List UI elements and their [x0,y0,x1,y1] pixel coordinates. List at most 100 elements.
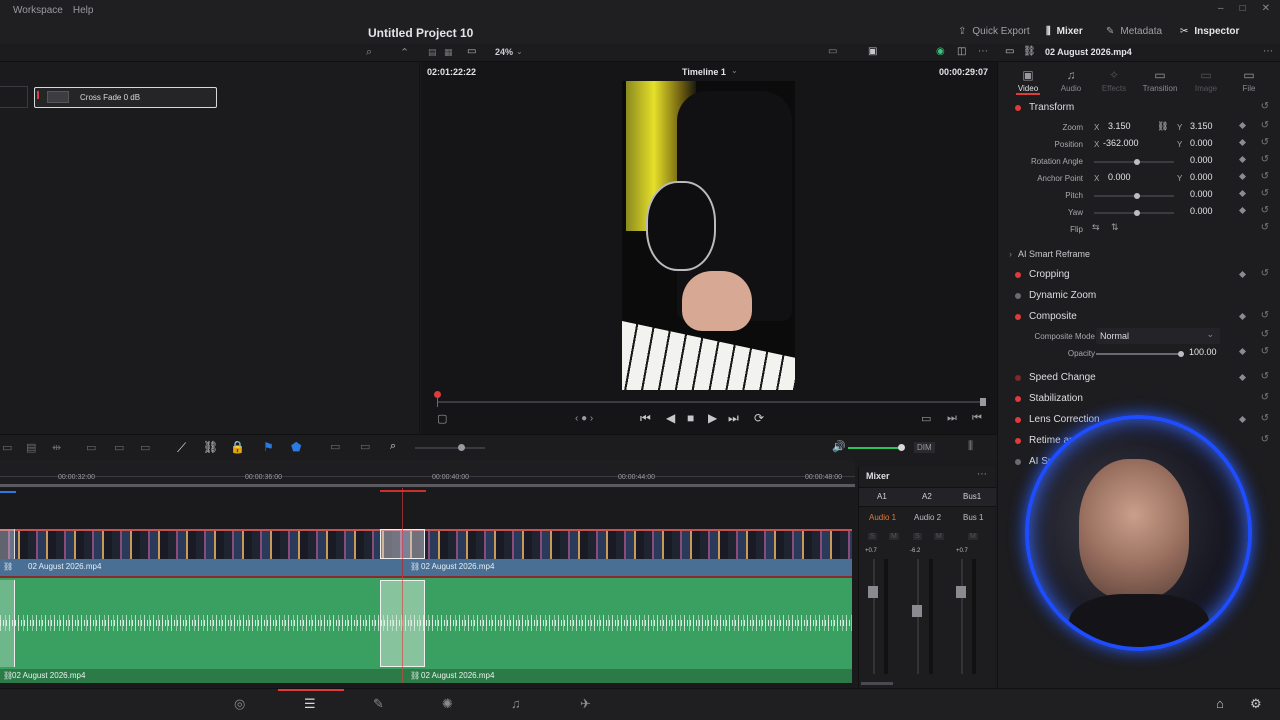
quick-export-button[interactable]: ⇪ Quick Export [958,26,1030,37]
yaw-field[interactable]: 0.000 [1190,206,1213,216]
channel-bus1[interactable]: Bus1 [963,492,981,501]
transform-overlay-icon[interactable]: ▭ [828,46,837,57]
fader-a1[interactable] [868,586,878,598]
slider-knob[interactable] [1178,351,1184,357]
section-cropping[interactable]: Cropping ↺ [998,264,1280,285]
replace-clip-icon[interactable]: ▭ [140,441,150,454]
opacity-slider[interactable] [1096,353,1180,355]
keyframe-icon[interactable] [1238,312,1247,321]
video-track-thumbnails[interactable] [0,529,852,559]
lock-icon[interactable]: 🔒 [230,440,245,454]
mute-button[interactable]: M [889,533,899,540]
snapping-icon[interactable]: ⟋ [177,440,186,456]
transition-overlay-left[interactable] [0,529,15,559]
tab-video[interactable]: ▣ Video [1008,68,1048,93]
loop-icon[interactable]: ⟳ [754,411,764,425]
marker-icon[interactable]: ⬟ [291,440,301,454]
anchor-y-field[interactable]: 0.000 [1190,172,1213,182]
channel-a1[interactable]: A1 [877,492,887,501]
reset-icon[interactable]: ↺ [1261,171,1269,182]
audio-crossfade-left[interactable] [0,580,15,667]
reset-icon[interactable]: ↺ [1261,188,1269,199]
scroll-bar[interactable] [0,484,855,487]
more-icon[interactable]: ⋯ [977,469,987,480]
keyframe-icon[interactable] [1238,347,1247,356]
trim-tool-icon[interactable]: ▤ [26,441,36,454]
enable-dot[interactable] [1015,437,1021,444]
inspector-toggle[interactable]: ✂ Inspector [1180,26,1239,37]
play-icon[interactable]: ▶ [708,411,717,425]
reset-icon[interactable]: ↺ [1261,371,1269,382]
channel-a2[interactable]: A2 [922,492,932,501]
keyframe-icon[interactable] [1238,189,1247,198]
list-view-icon[interactable]: ▤ [428,47,437,58]
minimize-button[interactable]: – [1218,3,1224,14]
zoom-level[interactable]: 24% [495,47,513,57]
reset-icon[interactable]: ↺ [1261,222,1269,233]
metadata-toggle[interactable]: ✎ Metadata [1106,26,1162,37]
mixer-toggle[interactable]: ⫼ Mixer [1046,26,1083,37]
timeline-name[interactable]: Timeline 1 [682,67,726,77]
blade-tool-icon[interactable]: ⇹ [52,441,61,454]
reset-icon[interactable]: ↺ [1261,392,1269,403]
prev-edit-icon[interactable]: ⏮ [972,412,982,425]
keyframe-icon[interactable] [1238,138,1247,147]
tab-image[interactable]: ▭ Image [1186,68,1226,93]
slider-knob[interactable] [1134,210,1140,216]
audio-clip-bar[interactable]: ⛓ 02 August 2026.mp4 ⛓ 02 August 2026.mp… [0,669,852,683]
keyframe-icon[interactable] [1238,155,1247,164]
rotation-field[interactable]: 0.000 [1190,155,1213,165]
safe-area-icon[interactable]: ▢ [437,412,447,425]
tab-effects[interactable]: ✧ Effects [1094,68,1134,93]
opacity-field[interactable]: 100.00 [1189,347,1217,357]
audio-track-waveform[interactable] [0,578,852,669]
media-page-icon[interactable]: ◎ [234,696,245,712]
go-to-end-icon[interactable]: ⏭ [728,411,739,426]
reset-icon[interactable]: ↺ [1261,154,1269,165]
flag-icon[interactable]: ⚑ [263,440,274,454]
tab-audio[interactable]: ♫ Audio [1051,68,1091,93]
enable-dot[interactable] [1015,271,1021,278]
tab-transition[interactable]: ▭ Transition [1140,68,1180,93]
channel-name-audio1[interactable]: Audio 1 [869,513,896,522]
zoom-y-field[interactable]: 3.150 [1190,121,1213,131]
jog-control-icon[interactable]: ‹ ● › [575,413,593,424]
anchor-x-field[interactable]: 0.000 [1108,172,1131,182]
keyframe-icon[interactable] [1238,415,1247,424]
selection-tool-icon[interactable]: ▭ [2,441,12,454]
section-dynamic-zoom[interactable]: Dynamic Zoom [998,285,1280,306]
mixer-scrollbar[interactable] [861,682,893,685]
keyframe-icon[interactable] [1238,373,1247,382]
close-button[interactable]: ✕ [1262,3,1270,14]
linked-selection-icon[interactable]: ⛓ [203,440,218,454]
zoom-slider-knob[interactable] [458,444,465,451]
dim-button[interactable]: DIM [914,442,935,453]
keyframe-icon[interactable] [1238,121,1247,130]
menu-help[interactable]: Help [73,5,94,16]
timeline-ruler[interactable]: 00:00:32:00 00:00:36:00 00:00:40:00 00:0… [0,460,855,488]
insert-clip-icon[interactable]: ▭ [86,441,96,454]
video-clip-bar[interactable]: ⛓ 02 August 2026.mp4 ⛓ 02 August 2026.mp… [0,559,852,576]
chevron-down-icon[interactable]: ⌄ [516,47,523,56]
speaker-icon[interactable]: 🔊 [832,440,846,453]
bypass-icon[interactable]: ◉ [936,46,945,57]
section-speed-change[interactable]: Speed Change ↺ [998,367,1280,388]
reset-icon[interactable]: ↺ [1261,205,1269,216]
position-x-field[interactable]: -362.000 [1103,138,1139,148]
flip-vertical-icon[interactable]: ⇅ [1111,222,1119,233]
section-smart-reframe[interactable]: › AI Smart Reframe [998,243,1280,264]
solo-button[interactable]: S [913,533,922,540]
view-options-icon[interactable]: ▣ [868,46,877,57]
enable-dot[interactable] [1015,292,1021,299]
composite-mode-select[interactable]: Normal ⌄ [1096,328,1220,344]
fader-a2[interactable] [912,605,922,617]
viewer-scrubber[interactable] [437,401,983,403]
home-icon[interactable]: ⌂ [1216,696,1224,711]
reset-icon[interactable]: ↺ [1261,268,1269,279]
deliver-page-icon[interactable]: ✈ [580,696,591,712]
section-stabilization[interactable]: Stabilization ↺ [998,388,1280,409]
link-icon[interactable]: ⛓ [1157,121,1168,132]
mixer-options-icon[interactable]: ⫼ [968,440,973,453]
settings-gear-icon[interactable]: ⚙ [1250,696,1262,712]
search-icon[interactable]: ⌕ [366,46,372,59]
